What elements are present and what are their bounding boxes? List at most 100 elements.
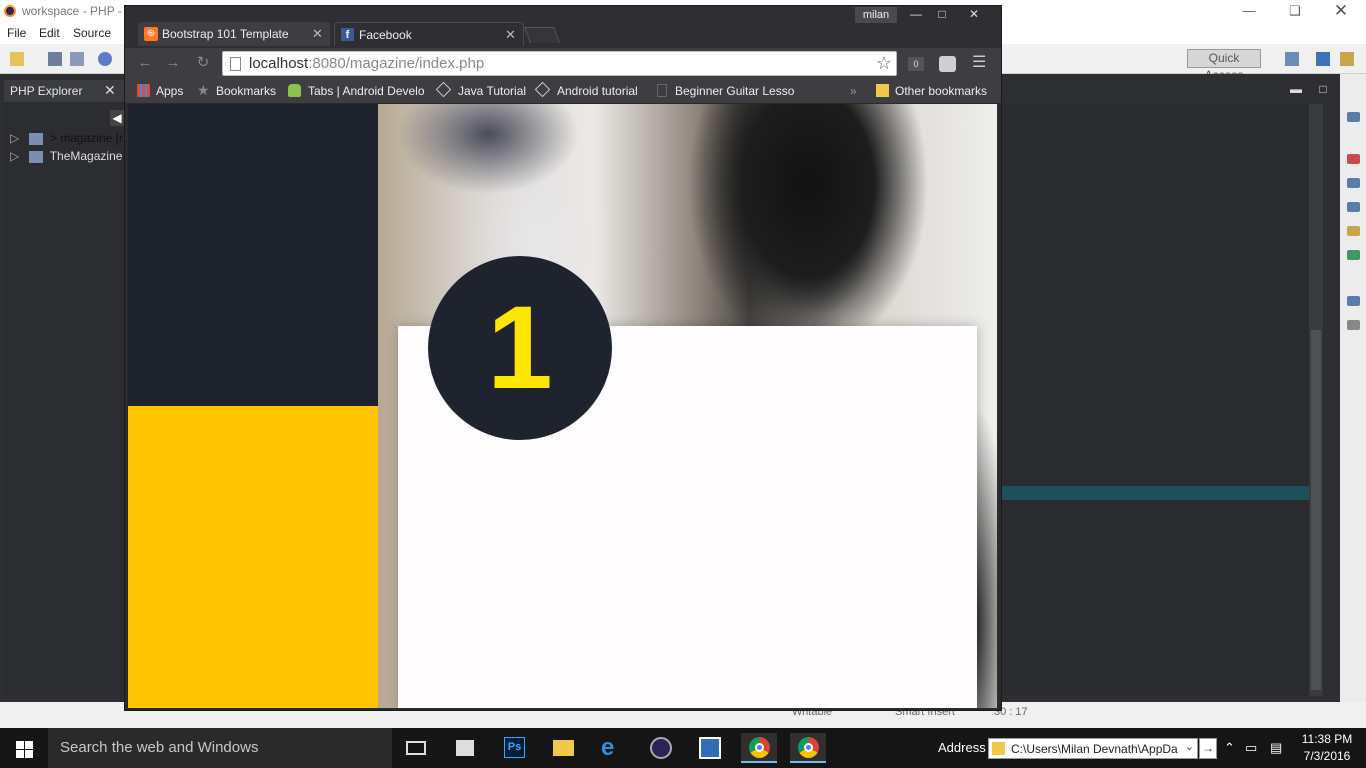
apps-grid-icon — [137, 84, 150, 97]
extension-badge[interactable]: 0 — [908, 57, 924, 71]
collapse-all-icon[interactable]: ◀ — [110, 110, 124, 126]
git-perspective-icon[interactable] — [1340, 52, 1354, 66]
address-value: C:\Users\Milan Devnath\AppDa — [1011, 742, 1178, 756]
expand-arrow-icon[interactable]: ▷ — [10, 131, 19, 145]
chrome-minimize-icon[interactable]: — — [902, 6, 930, 22]
console-icon[interactable] — [1347, 178, 1360, 188]
maximize-view-icon[interactable]: □ — [1319, 82, 1326, 96]
tree-item-magazine[interactable]: ▷ > magazine [r — [10, 131, 123, 145]
outline-icon[interactable] — [1347, 112, 1360, 122]
bookmark-android-tutorial[interactable]: Android tutorial — [557, 84, 638, 98]
bookmark-tabs-android[interactable]: Tabs | Android Develo — [308, 84, 425, 98]
task-view-icon[interactable] — [398, 733, 434, 763]
show-hidden-icons-icon[interactable]: ⌃ — [1224, 740, 1235, 756]
address-bar[interactable]: localhost:8080/magazine/index.php ☆ — [222, 51, 897, 76]
edge-icon[interactable]: e — [594, 733, 630, 763]
eclipse-window-title: workspace - PHP - — [22, 4, 122, 18]
clock-date: 7/3/2016 — [1303, 749, 1351, 763]
windows-start-icon[interactable] — [0, 728, 48, 768]
tasks-icon[interactable] — [1347, 202, 1360, 212]
chrome-menu-icon[interactable]: ☰ — [972, 55, 988, 71]
address-toolbar-label: Address — [938, 740, 986, 755]
url-path: :8080/magazine/index.php — [308, 55, 485, 72]
power-icon[interactable]: ▭ — [1245, 740, 1257, 756]
new-icon[interactable] — [10, 52, 24, 66]
editor-area[interactable] — [1002, 104, 1324, 696]
back-icon[interactable]: ← — [136, 54, 154, 72]
close-view-icon[interactable]: ✕ — [104, 82, 116, 99]
go-arrow-icon[interactable]: → — [1199, 738, 1217, 759]
minimize-view-icon[interactable]: ▬ — [1290, 82, 1302, 96]
eclipse-icon[interactable] — [643, 733, 679, 763]
menu-edit[interactable]: Edit — [39, 26, 60, 40]
chevron-down-icon[interactable]: ⌄ — [1185, 740, 1194, 753]
page-icon — [657, 84, 667, 97]
left-yellow-panel — [128, 406, 378, 708]
expand-arrow-icon[interactable]: ▷ — [10, 149, 19, 163]
tab-bootstrap-template[interactable]: ⊛ Bootstrap 101 Template ✕ — [138, 22, 330, 46]
address-toolbar-input[interactable]: C:\Users\Milan Devnath\AppDa ⌄ — [988, 738, 1198, 759]
taskbar-clock[interactable]: 11:38 PM 7/3/2016 — [1298, 731, 1356, 765]
hierarchy-icon[interactable] — [1347, 296, 1360, 306]
bookmark-guitar-lessons[interactable]: Beginner Guitar Lesso — [675, 84, 794, 98]
menu-file[interactable]: File — [7, 26, 26, 40]
extension-cube-icon[interactable] — [939, 56, 956, 72]
close-tab-icon[interactable]: ✕ — [312, 26, 323, 42]
git-icon[interactable] — [1347, 226, 1360, 236]
document-icon[interactable] — [1347, 320, 1360, 330]
tree-item-label: TheMagazine — [49, 149, 123, 163]
tree-item-label: > magazine [r — [49, 131, 123, 145]
php-explorer-tab[interactable]: PHP Explorer ✕ — [4, 80, 124, 102]
tutorial-site-icon — [534, 81, 551, 98]
download-icon[interactable] — [1347, 250, 1360, 260]
editor-view-controls: ▬ □ — [1290, 82, 1327, 96]
more-bookmarks-icon[interactable]: » — [850, 84, 857, 98]
profile-button[interactable]: milan — [855, 7, 897, 23]
photoshop-icon[interactable]: Ps — [496, 733, 532, 763]
minimize-icon[interactable]: — — [1226, 2, 1272, 20]
bookmark-java-tutorial[interactable]: Java Tutorial — [458, 84, 526, 98]
chrome-maximize-icon[interactable]: □ — [928, 6, 956, 22]
bookmark-other[interactable]: Other bookmarks — [895, 84, 987, 98]
reload-icon[interactable]: ↻ — [194, 54, 212, 72]
tab-facebook[interactable]: f Facebook ✕ — [334, 22, 524, 46]
clock-time: 11:38 PM — [1301, 732, 1353, 746]
php-explorer-panel — [4, 80, 128, 696]
left-dark-panel — [128, 104, 378, 406]
php-explorer-label: PHP Explorer — [10, 84, 83, 98]
menu-source[interactable]: Source — [73, 26, 111, 40]
chrome-icon[interactable] — [741, 733, 777, 763]
tab-label: Bootstrap 101 Template — [162, 27, 289, 41]
forward-icon[interactable]: → — [164, 54, 182, 72]
close-tab-icon[interactable]: ✕ — [505, 27, 516, 43]
quick-access-input[interactable]: Quick Access — [1187, 49, 1261, 82]
bookmark-apps[interactable]: Apps — [156, 84, 183, 98]
store-icon[interactable] — [447, 733, 483, 763]
xampp-icon: ⊛ — [144, 27, 158, 41]
bookmark-star-icon[interactable]: ☆ — [876, 53, 892, 74]
taskbar-search[interactable]: Search the web and Windows — [48, 728, 392, 768]
problems-icon[interactable] — [1347, 154, 1360, 164]
save-icon[interactable] — [48, 52, 62, 66]
tree-item-themagazine[interactable]: ▷ TheMagazine — [10, 149, 122, 163]
brackets-icon[interactable] — [692, 733, 728, 763]
page-viewport[interactable]: 1 — [128, 104, 997, 708]
save-all-icon[interactable] — [70, 52, 84, 66]
scrollbar-thumb[interactable] — [1311, 330, 1321, 690]
restore-icon[interactable]: ❑ — [1272, 2, 1318, 20]
article-number-badge: 1 — [428, 256, 612, 440]
perspective-icon[interactable] — [1285, 52, 1299, 66]
file-explorer-icon[interactable] — [545, 733, 581, 763]
folder-icon — [992, 742, 1005, 755]
facebook-icon: f — [341, 28, 354, 41]
bookmarks-bar: Apps ★ Bookmarks Tabs | Android Develo J… — [125, 78, 1001, 104]
php-icon[interactable] — [98, 52, 112, 66]
chrome-icon[interactable] — [790, 733, 826, 763]
new-tab-button[interactable] — [524, 27, 560, 43]
notifications-icon[interactable]: ▤ — [1270, 740, 1282, 756]
close-icon[interactable]: ✕ — [1318, 2, 1364, 20]
bookmark-bookmarks[interactable]: Bookmarks — [216, 84, 276, 98]
android-icon — [288, 84, 301, 97]
php-perspective-icon[interactable] — [1316, 52, 1330, 66]
chrome-close-icon[interactable]: ✕ — [960, 6, 988, 22]
